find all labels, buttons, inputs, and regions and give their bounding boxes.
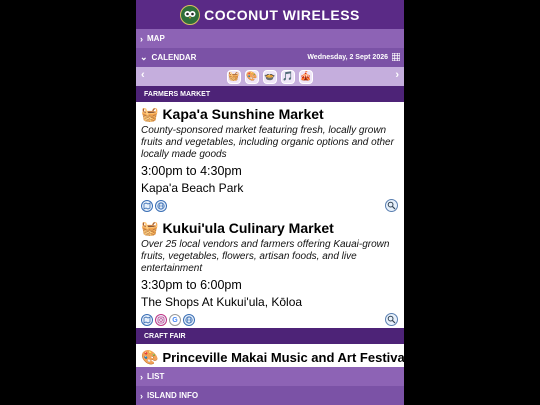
event-links xyxy=(141,200,167,212)
chevron-down-icon: ⌄ xyxy=(140,52,148,62)
website-link-icon[interactable] xyxy=(155,200,167,212)
event-title[interactable]: Kapa'a Sunshine Market xyxy=(162,106,323,122)
section-header-farmers-market: FARMERS MARKET xyxy=(136,86,404,102)
event-location: The Shops At Kukui'ula, Kōloa xyxy=(141,295,303,309)
chevron-right-icon[interactable]: › xyxy=(395,69,399,81)
instagram-link-icon[interactable] xyxy=(155,314,167,326)
zoom-magnifier-icon[interactable] xyxy=(385,313,398,326)
basket-icon: 🧺 xyxy=(141,106,159,122)
palette-category-icon[interactable]: 🎨 xyxy=(245,69,259,84)
festival-category-icon[interactable]: 🎪 xyxy=(299,69,313,84)
island-info-label: ISLAND INFO xyxy=(147,391,199,400)
section-header-craft-fair: CRAFT FAIR xyxy=(136,328,404,344)
event-location: Kapa'a Beach Park xyxy=(141,181,244,195)
event-title[interactable]: Kukui'ula Culinary Market xyxy=(162,220,333,236)
zoom-magnifier-icon[interactable] xyxy=(385,199,398,212)
calendar-label: CALENDAR xyxy=(151,53,197,62)
chevron-right-icon: › xyxy=(140,371,143,382)
event-description: County-sponsored market featuring fresh,… xyxy=(141,125,394,160)
island-info-nav-bar[interactable]: › ISLAND INFO xyxy=(136,386,404,405)
chevron-left-icon[interactable]: ‹ xyxy=(141,69,145,81)
calendar-grid-icon[interactable] xyxy=(392,53,400,61)
map-link-icon[interactable] xyxy=(141,200,153,212)
chevron-right-icon: › xyxy=(140,390,143,401)
basket-category-icon[interactable]: 🧺 xyxy=(227,69,241,84)
website-link-icon[interactable] xyxy=(183,314,195,326)
event-time: 3:30pm to 6:00pm xyxy=(141,278,242,292)
calendar-nav-bar[interactable]: ⌄ CALENDAR Wednesday, 2 Sept 2026 xyxy=(136,48,404,67)
app-window: COCONUT WIRELESS › MAP ⌄ CALENDAR Wednes… xyxy=(136,0,404,405)
map-link-icon[interactable] xyxy=(141,314,153,326)
google-link-icon[interactable]: G xyxy=(169,314,181,326)
calendar-date[interactable]: Wednesday, 2 Sept 2026 xyxy=(307,54,388,61)
palette-icon: 🎨 xyxy=(141,349,159,365)
chevron-right-icon: › xyxy=(140,33,143,44)
music-category-icon[interactable]: 🎵 xyxy=(281,69,295,84)
food-category-icon[interactable]: 🍲 xyxy=(263,69,277,84)
event-card: 🧺 Kapa'a Sunshine Market County-sponsore… xyxy=(136,104,404,214)
list-nav-bar[interactable]: › LIST xyxy=(136,367,404,386)
owl-logo-icon xyxy=(180,4,201,25)
category-icon-strip: ‹ 🧺 🎨 🍲 🎵 🎪 › xyxy=(136,67,404,86)
event-time: 3:00pm to 4:30pm xyxy=(141,164,242,178)
list-label: LIST xyxy=(147,372,165,381)
event-description: Over 25 local vendors and farmers offeri… xyxy=(141,239,390,274)
map-label: MAP xyxy=(147,34,165,43)
app-title: COCONUT WIRELESS xyxy=(204,6,360,23)
event-title-row: 🧺 Kukui'ula Culinary Market xyxy=(141,218,399,238)
event-card: 🎨 Princeville Makai Music and Art Festiv… xyxy=(136,347,404,367)
event-title[interactable]: Princeville Makai Music and Art Festival xyxy=(162,350,404,365)
title-bar: COCONUT WIRELESS xyxy=(136,0,404,29)
event-card: 🧺 Kukui'ula Culinary Market Over 25 loca… xyxy=(136,218,404,328)
event-links: G xyxy=(141,314,195,326)
event-title-row: 🎨 Princeville Makai Music and Art Festiv… xyxy=(141,347,404,367)
event-title-row: 🧺 Kapa'a Sunshine Market xyxy=(141,104,399,124)
basket-icon: 🧺 xyxy=(141,220,159,236)
map-nav-bar[interactable]: › MAP xyxy=(136,29,404,48)
